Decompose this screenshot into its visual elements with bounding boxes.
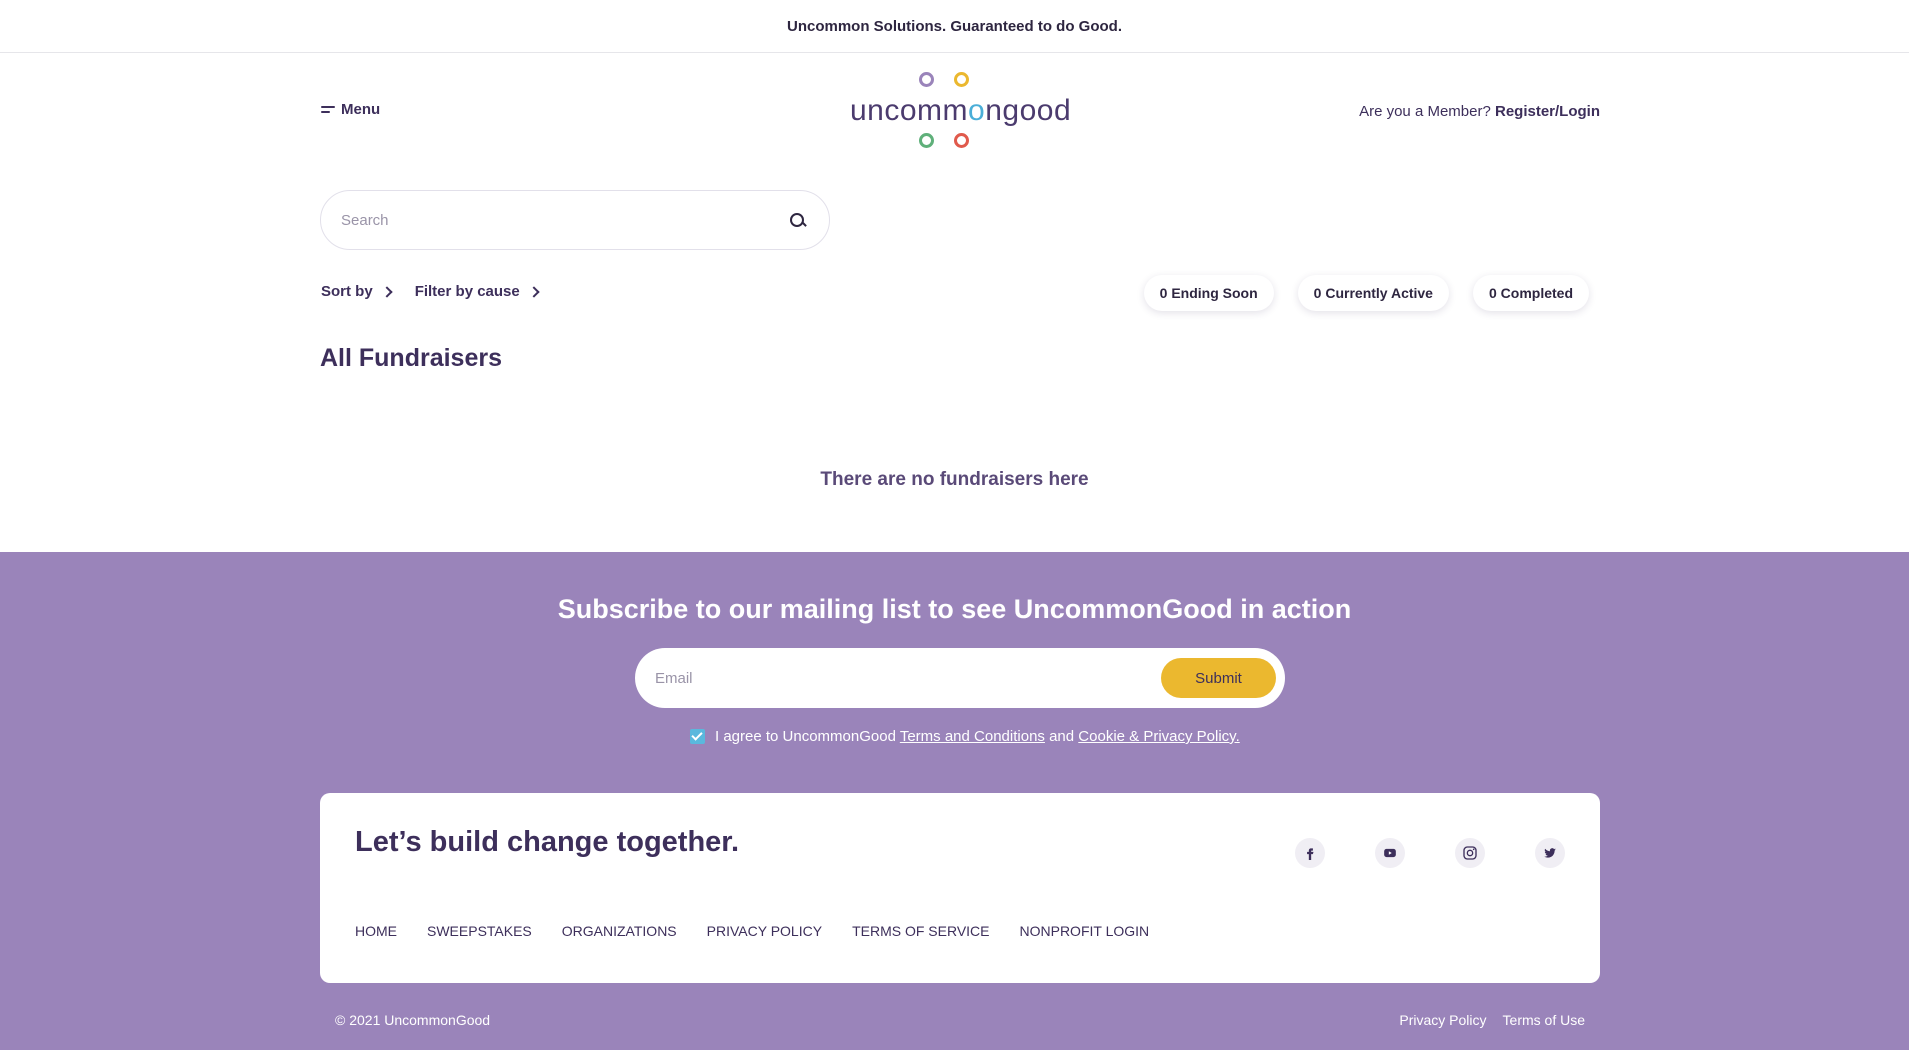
search-input[interactable]	[341, 211, 789, 229]
youtube-icon[interactable]	[1375, 838, 1405, 868]
agree-checkbox[interactable]	[690, 729, 705, 744]
announcement-text: Uncommon Solutions. Guaranteed to do Goo…	[787, 17, 1122, 35]
logo-dot-yellow	[954, 72, 969, 87]
footer-link-home[interactable]: HOME	[355, 923, 397, 939]
filter-label: Filter by cause	[414, 283, 520, 300]
member-prompt: Are you a Member? Register/Login	[1359, 103, 1600, 120]
social-links	[1295, 838, 1565, 868]
list-controls: Sort by Filter by cause	[321, 283, 540, 300]
search-box	[320, 190, 830, 250]
privacy-policy-link[interactable]: Cookie & Privacy Policy.	[1078, 728, 1239, 745]
filter-by-cause-button[interactable]: Filter by cause	[414, 283, 540, 300]
footer-link-organizations[interactable]: ORGANIZATIONS	[562, 923, 677, 939]
footer-link-nonprofit-login[interactable]: NONPROFIT LOGIN	[1020, 923, 1150, 939]
page-title: All Fundraisers	[320, 344, 502, 372]
logo-dot-green	[919, 133, 934, 148]
empty-state-message: There are no fundraisers here	[820, 469, 1089, 490]
completed-pill[interactable]: 0 Completed	[1472, 275, 1589, 311]
agree-text: I agree to UncommonGood Terms and Condit…	[715, 728, 1240, 745]
footer-card: Let’s build change together. HOME SWEEPS…	[320, 793, 1600, 983]
sort-by-label: Sort by	[321, 283, 373, 300]
legal-links: Privacy Policy Terms of Use	[1399, 1012, 1585, 1028]
chevron-right-icon	[528, 285, 540, 298]
footer-tagline: Let’s build change together.	[355, 826, 740, 858]
footer: Subscribe to our mailing list to see Unc…	[0, 552, 1909, 1050]
search-icon[interactable]	[789, 212, 805, 228]
footer-link-sweepstakes[interactable]: SWEEPSTAKES	[427, 923, 532, 939]
footer-link-terms-of-service[interactable]: TERMS OF SERVICE	[852, 923, 989, 939]
twitter-icon[interactable]	[1535, 838, 1565, 868]
status-filters: 0 Ending Soon 0 Currently Active 0 Compl…	[1143, 275, 1589, 311]
copyright: © 2021 UncommonGood	[335, 1012, 491, 1028]
menu-label: Menu	[341, 101, 381, 118]
privacy-policy-footer-link[interactable]: Privacy Policy	[1399, 1012, 1486, 1028]
instagram-icon[interactable]	[1455, 838, 1485, 868]
agree-row: I agree to UncommonGood Terms and Condit…	[690, 728, 1240, 745]
footer-nav: HOME SWEEPSTAKES ORGANIZATIONS PRIVACY P…	[355, 923, 1149, 939]
currently-active-pill[interactable]: 0 Currently Active	[1297, 275, 1449, 311]
logo[interactable]: uncommongood	[850, 72, 1072, 154]
logo-dot-purple	[919, 72, 934, 87]
submit-button[interactable]: Submit	[1161, 658, 1276, 698]
register-login-link[interactable]: Register/Login	[1495, 103, 1600, 120]
email-field[interactable]	[655, 669, 1161, 687]
announcement-bar: Uncommon Solutions. Guaranteed to do Goo…	[0, 0, 1909, 53]
footer-link-privacy-policy[interactable]: PRIVACY POLICY	[707, 923, 822, 939]
terms-of-use-link[interactable]: Terms of Use	[1503, 1012, 1585, 1028]
subscribe-form: Submit	[635, 648, 1285, 708]
ending-soon-pill[interactable]: 0 Ending Soon	[1143, 275, 1274, 311]
logo-wordmark: uncommongood	[850, 94, 1072, 127]
member-question: Are you a Member?	[1359, 103, 1491, 120]
chevron-right-icon	[381, 285, 393, 298]
sort-by-button[interactable]: Sort by	[321, 283, 393, 300]
logo-dot-red	[954, 133, 969, 148]
hamburger-icon	[321, 105, 335, 115]
menu-button[interactable]: Menu	[321, 101, 380, 118]
subscribe-title: Subscribe to our mailing list to see Unc…	[557, 594, 1352, 624]
facebook-icon[interactable]	[1295, 838, 1325, 868]
terms-link[interactable]: Terms and Conditions	[900, 728, 1045, 745]
